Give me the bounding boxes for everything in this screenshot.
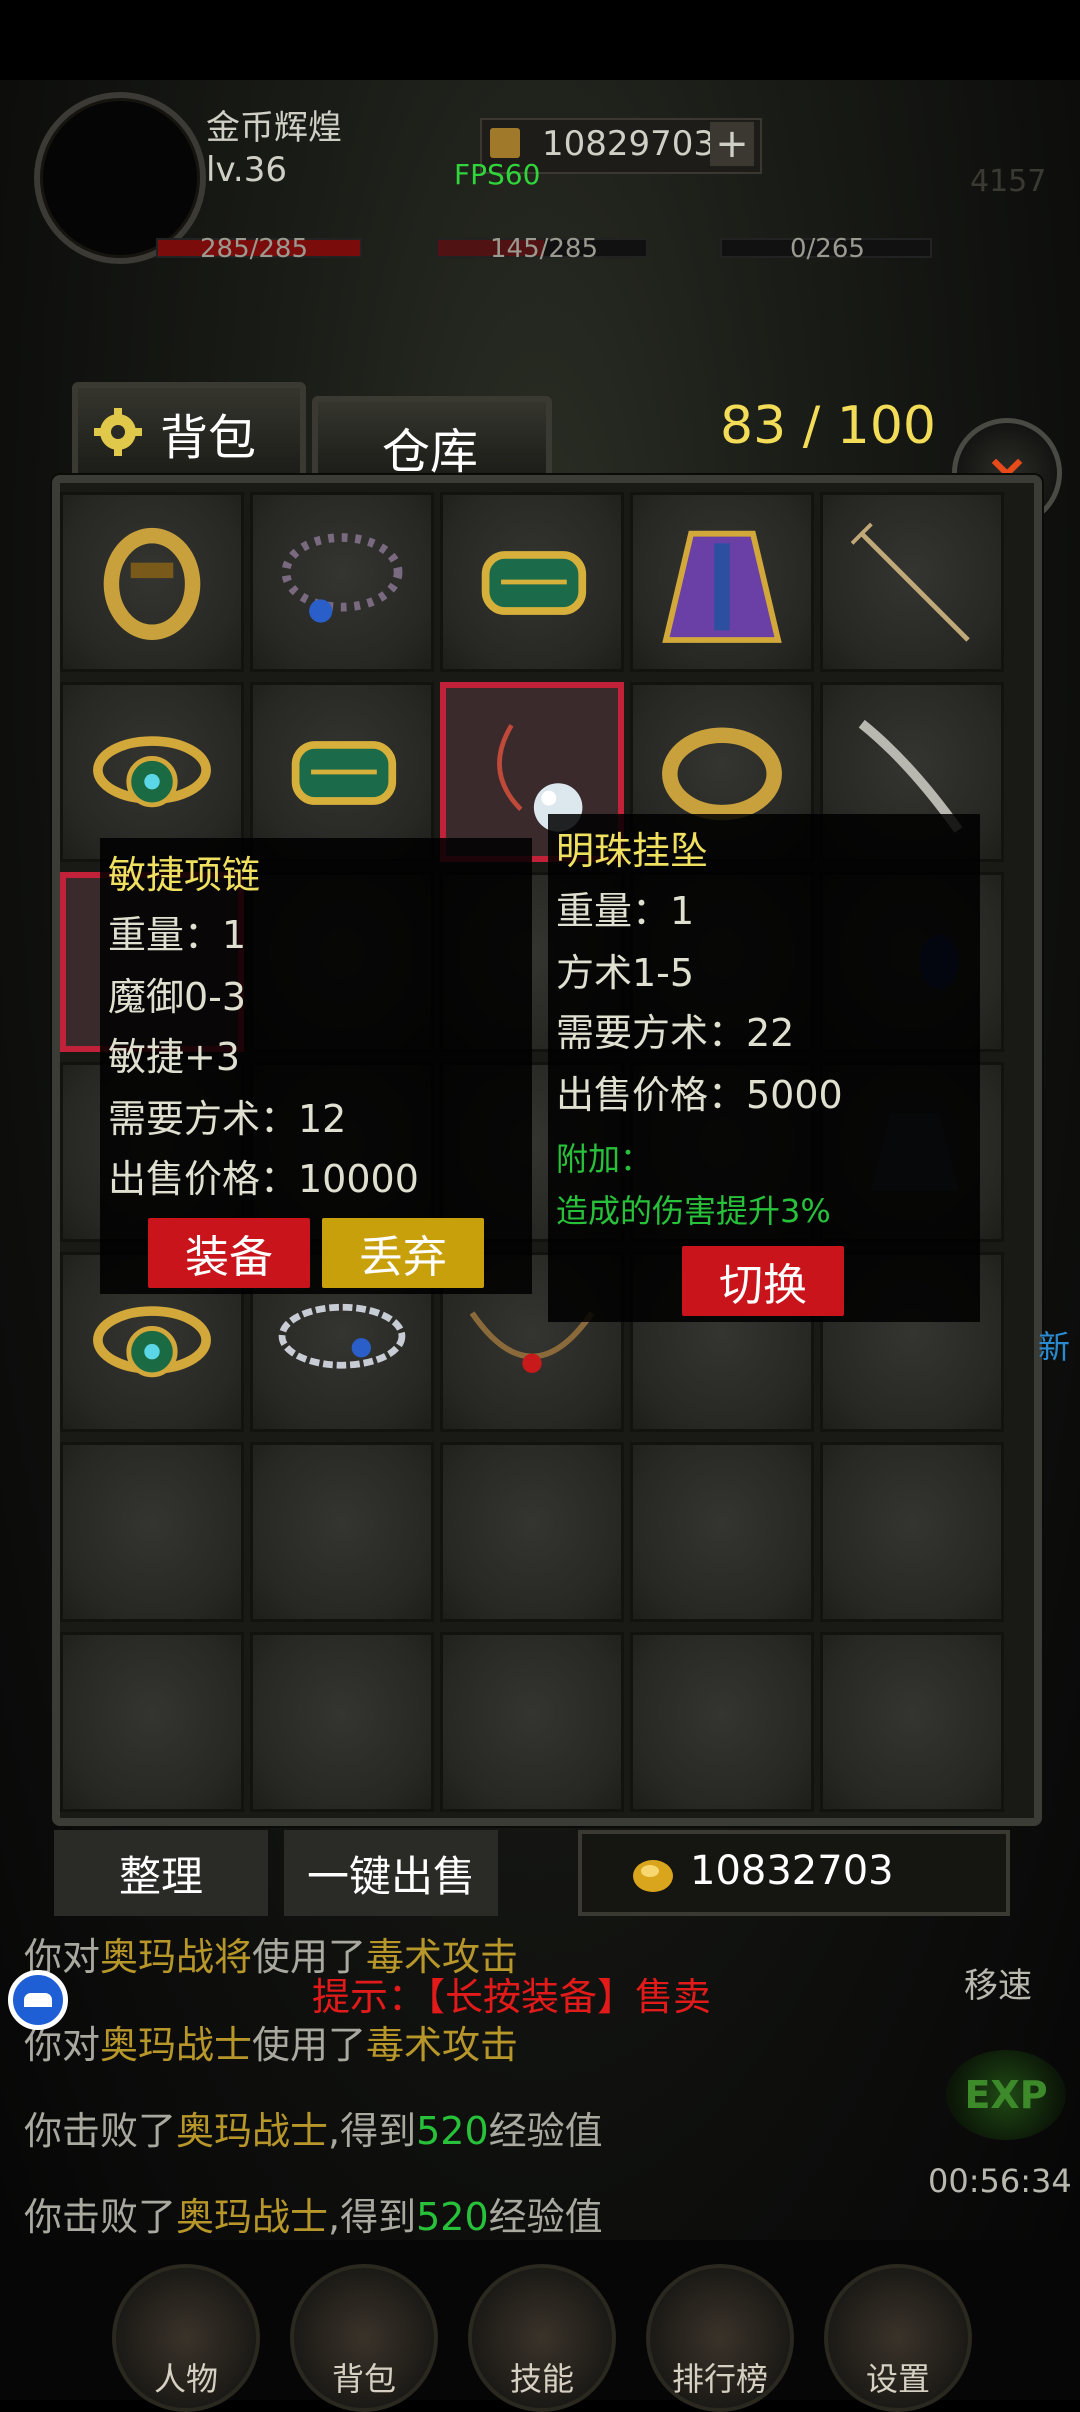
add-gold-button[interactable]: + xyxy=(710,121,754,167)
stat-line: 需要方术：12 xyxy=(108,1097,347,1141)
inventory-slot[interactable] xyxy=(630,1442,814,1622)
fps-counter: FPS60 xyxy=(454,158,541,191)
player-level: lv.36 xyxy=(206,150,287,190)
exp-icon: EXP xyxy=(964,2073,1048,2117)
inventory-slot[interactable] xyxy=(820,1442,1004,1622)
discard-button[interactable]: 丢弃 xyxy=(322,1218,484,1288)
equip-button[interactable]: 装备 xyxy=(148,1218,310,1288)
switch-button[interactable]: 切换 xyxy=(682,1246,844,1316)
tooltip-agility-necklace: 敏捷项链 重量：1 魔御0-3 敏捷+3 需要方术：12 出售价格：10000 … xyxy=(100,838,532,1294)
new-badge: 新 xyxy=(1038,1328,1071,1366)
sell-all-button[interactable]: 一键出售 xyxy=(284,1830,498,1916)
chat-line: 你击败了奥玛战士,得到520经验值 xyxy=(24,2195,603,2239)
exp-button[interactable]: EXP xyxy=(946,2050,1066,2140)
gold-total: 10832703 xyxy=(690,1848,894,1894)
item-name: 明珠挂坠 xyxy=(556,829,709,873)
nav-skills[interactable]: 技能 xyxy=(468,2264,616,2412)
inventory-slot[interactable] xyxy=(250,492,434,672)
status-bar xyxy=(0,0,1080,80)
stat-line: 出售价格：10000 xyxy=(108,1157,419,1201)
gear-icon xyxy=(94,408,142,456)
game-timer: 00:56:34 xyxy=(928,2162,1072,2200)
ring-icon xyxy=(103,527,201,641)
inventory-slot[interactable] xyxy=(630,492,814,672)
tooltip-pearl-pendant: 明珠挂坠 重量：1 方术1-5 需要方术：22 出售价格：5000 附加： 造成… xyxy=(548,814,980,1322)
inventory-slot[interactable] xyxy=(820,1632,1004,1812)
inventory-slot[interactable] xyxy=(250,682,434,862)
inventory-slot[interactable] xyxy=(440,1442,624,1622)
bracer-icon xyxy=(291,741,397,805)
speed-label[interactable]: 移速 xyxy=(964,1958,1032,2007)
gold-ingot-icon xyxy=(633,1860,673,1892)
bracer-icon xyxy=(481,551,587,615)
inventory-slot[interactable] xyxy=(440,492,624,672)
trident-icon xyxy=(850,522,970,642)
mp-text: 145/285 xyxy=(490,234,599,264)
stat-line: 重量：1 xyxy=(108,913,247,957)
assistant-bubble-icon[interactable] xyxy=(8,1970,68,2030)
gold-amount-top: 10829703 xyxy=(542,124,716,164)
chat-line: 你对奥玛战士使用了毒术攻击 xyxy=(24,2023,519,2067)
extra-text: 造成的伤害提升3% xyxy=(556,1192,831,1230)
power-number: 4157 xyxy=(970,164,1047,199)
stat-line: 出售价格：5000 xyxy=(556,1073,843,1117)
inventory-slot[interactable] xyxy=(250,1442,434,1622)
robe-armor-icon xyxy=(662,530,782,643)
inventory-slot[interactable] xyxy=(820,492,1004,672)
inventory-slot[interactable] xyxy=(60,1442,244,1622)
nav-bag[interactable]: 背包 xyxy=(290,2264,438,2412)
player-name: 金币辉煌 xyxy=(206,108,342,148)
sort-button[interactable]: 整理 xyxy=(54,1830,268,1916)
nav-settings[interactable]: 设置 xyxy=(824,2264,972,2412)
chat-line: 你击败了奥玛战士,得到520经验值 xyxy=(24,2109,603,2153)
tab-warehouse-label: 仓库 xyxy=(382,424,479,480)
hp-text: 285/285 xyxy=(200,234,309,264)
gold-icon xyxy=(490,128,520,158)
extra-title: 附加： xyxy=(556,1140,653,1178)
exp-text: 0/265 xyxy=(790,234,865,264)
nav-character[interactable]: 人物 xyxy=(112,2264,260,2412)
stat-line: 方术1-5 xyxy=(556,951,695,995)
inventory-slot[interactable] xyxy=(60,682,244,862)
bottom-nav: 人物 背包 技能 排行榜 设置 xyxy=(0,2240,1080,2412)
stat-line: 需要方术：22 xyxy=(556,1011,795,1055)
gold-total-box: 10832703 xyxy=(578,1830,1010,1916)
bag-capacity: 83 / 100 xyxy=(720,396,936,456)
bead-necklace-icon xyxy=(281,533,403,623)
tab-bag-label: 背包 xyxy=(160,410,257,466)
inventory-slot[interactable] xyxy=(60,492,244,672)
chat-line: 你对奥玛战将使用了毒术攻击 xyxy=(24,1935,519,1979)
stat-line: 魔御0-3 xyxy=(108,975,247,1019)
jade-ring-icon xyxy=(93,736,211,808)
stat-line: 敏捷+3 xyxy=(108,1035,241,1079)
inventory-slot[interactable] xyxy=(440,1632,624,1812)
nav-ranking[interactable]: 排行榜 xyxy=(646,2264,794,2412)
stat-line: 重量：1 xyxy=(556,889,695,933)
item-name: 敏捷项链 xyxy=(108,853,261,897)
inventory-slot[interactable] xyxy=(630,1632,814,1812)
inventory-slot[interactable] xyxy=(250,1632,434,1812)
inventory-slot[interactable] xyxy=(60,1632,244,1812)
tab-bag[interactable]: 背包 xyxy=(72,382,306,482)
tab-warehouse[interactable]: 仓库 xyxy=(312,396,552,482)
